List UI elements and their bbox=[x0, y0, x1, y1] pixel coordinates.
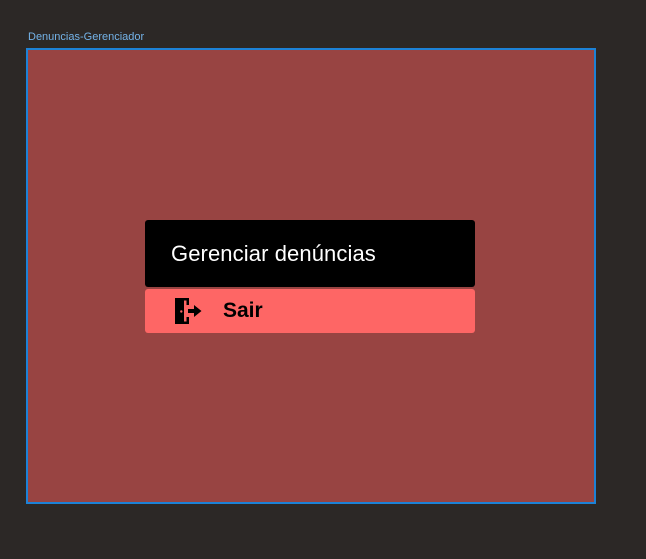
page-title: Gerenciar denúncias bbox=[171, 240, 376, 266]
title-box: Gerenciar denúncias bbox=[145, 220, 475, 287]
door-exit-icon bbox=[173, 297, 203, 325]
logout-button[interactable]: Sair bbox=[145, 289, 475, 333]
frame-name-label[interactable]: Denuncias-Gerenciador bbox=[28, 31, 144, 44]
design-frame[interactable]: Gerenciar denúncias Sair bbox=[26, 48, 596, 504]
logout-label: Sair bbox=[223, 299, 263, 322]
